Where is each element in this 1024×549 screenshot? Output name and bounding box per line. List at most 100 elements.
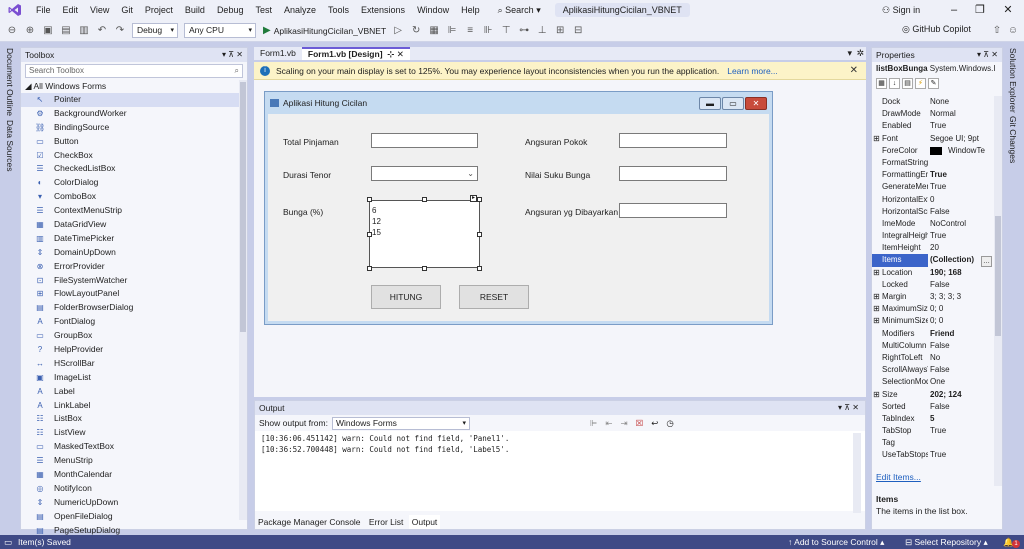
toolbox-item-errorprovider[interactable]: ⊗ ErrorProvider	[21, 260, 247, 274]
share-icon[interactable]: ⇧	[991, 25, 1003, 37]
toolbox-item-backgroundworker[interactable]: ⚙ BackgroundWorker	[21, 107, 247, 121]
property-row-maximumsize[interactable]: ⊞ MaximumSize 0; 0	[872, 303, 994, 315]
reset-button[interactable]: RESET	[459, 285, 529, 309]
align-center-icon[interactable]: ≡	[464, 25, 476, 37]
toolbox-item-contextmenustrip[interactable]: ☰ ContextMenuStrip	[21, 204, 247, 218]
form-title-bar[interactable]: Aplikasi Hitung Cicilan ▬ ▭ ✕	[265, 92, 772, 114]
property-row-modifiers[interactable]: Modifiers Friend	[872, 328, 994, 340]
property-row-enabled[interactable]: Enabled True	[872, 120, 994, 132]
output-log[interactable]: [10:36:06.451142] warn: Could not find f…	[255, 431, 865, 511]
toolbox-item-button[interactable]: ▭ Button	[21, 135, 247, 149]
property-value[interactable]: WindowTe	[928, 145, 994, 157]
toolbox-item-filesystemwatcher[interactable]: ⊡ FileSystemWatcher	[21, 274, 247, 288]
property-value[interactable]: False	[928, 364, 994, 376]
property-row-formatstring[interactable]: FormatString	[872, 157, 994, 169]
menu-item-git[interactable]: Git	[115, 0, 139, 20]
expand-icon[interactable]: ⊞	[873, 133, 880, 145]
panel-controls[interactable]: ▾ ⊼ ✕	[222, 48, 243, 62]
toolbox-item-label[interactable]: A Label	[21, 385, 247, 399]
output-scrollbar[interactable]	[853, 433, 861, 513]
property-value[interactable]: Normal	[928, 108, 994, 120]
toolbox-item-hscrollbar[interactable]: ↔ HScrollBar	[21, 357, 247, 371]
property-row-location[interactable]: ⊞ Location 190; 168	[872, 267, 994, 279]
textbox-angsuran-dibayarkan[interactable]	[619, 203, 727, 218]
toolbox-item-checkedlistbox[interactable]: ☰ CheckedListBox	[21, 162, 247, 176]
toolbox-item-datetimepicker[interactable]: ▥ DateTimePicker	[21, 232, 247, 246]
list-item[interactable]: 15	[372, 227, 477, 238]
categorized-icon[interactable]: ▦	[876, 77, 887, 89]
property-value[interactable]	[928, 157, 994, 169]
property-value[interactable]: True	[928, 425, 994, 437]
tab-package-manager-console[interactable]: Package Manager Console	[255, 515, 364, 529]
toolbox-item-maskedtextbox[interactable]: ▭ MaskedTextBox	[21, 440, 247, 454]
menu-item-build[interactable]: Build	[179, 0, 211, 20]
toolbox-item-bindingsource[interactable]: ⛓ BindingSource	[21, 121, 247, 135]
toolbox-item-flowlayoutpanel[interactable]: ⊞ FlowLayoutPanel	[21, 287, 247, 301]
align-bottom-icon[interactable]: ⊥	[536, 25, 548, 37]
properties-icon[interactable]: ▤	[902, 77, 913, 89]
menu-item-edit[interactable]: Edit	[57, 0, 85, 20]
property-row-locked[interactable]: Locked False	[872, 279, 994, 291]
toolbox-item-numericupdown[interactable]: ⇕ NumericUpDown	[21, 496, 247, 510]
toolbox-item-notifyicon[interactable]: ◎ NotifyIcon	[21, 482, 247, 496]
smart-tag-icon[interactable]: ▸	[470, 195, 477, 202]
grid-icon[interactable]: ⊟	[572, 25, 584, 37]
listbox-bunga[interactable]: 6 12 15	[369, 200, 480, 268]
github-copilot-button[interactable]: ◎ GitHub Copilot	[902, 24, 971, 35]
property-value[interactable]: 0; 0	[928, 303, 994, 315]
property-value[interactable]: 0	[928, 194, 994, 206]
menu-item-test[interactable]: Test	[249, 0, 278, 20]
toolbox-item-imagelist[interactable]: ▣ ImageList	[21, 371, 247, 385]
expand-icon[interactable]: ⊞	[873, 315, 880, 327]
close-window-button[interactable]: ✕	[996, 0, 1020, 20]
property-row-usetabstops[interactable]: UseTabStops True	[872, 449, 994, 461]
property-row-formattingena[interactable]: FormattingEnaTrue	[872, 169, 994, 181]
toolbox-item-checkbox[interactable]: ☑ CheckBox	[21, 149, 247, 163]
property-value[interactable]: True	[928, 449, 994, 461]
platform-select[interactable]: Any CPU ▾	[184, 23, 256, 38]
property-row-righttoleft[interactable]: RightToLeft No	[872, 352, 994, 364]
tab-overflow-icon[interactable]: ▾	[847, 48, 852, 59]
menu-item-tools[interactable]: Tools	[322, 0, 355, 20]
menu-item-view[interactable]: View	[84, 0, 115, 20]
select-repository-button[interactable]: ⊟ Select Repository ▴	[905, 535, 988, 549]
settings-icon[interactable]: ✲	[856, 48, 864, 59]
start-debugging-icon[interactable]: ▶	[263, 25, 271, 36]
toolbox-item-helpprovider[interactable]: ? HelpProvider	[21, 343, 247, 357]
textbox-nilai-suku-bunga[interactable]	[619, 166, 727, 181]
form-close-button[interactable]: ✕	[745, 97, 767, 110]
side-tab-document-outline[interactable]: Document Outline	[5, 48, 15, 116]
hot-reload-icon[interactable]: ↻	[410, 25, 422, 37]
property-value[interactable]: True	[928, 120, 994, 132]
tab-form1-design[interactable]: Form1.vb [Design] ⊹ ✕	[301, 47, 410, 60]
property-row-font[interactable]: ⊞ Font Segoe UI; 9pt	[872, 133, 994, 145]
properties-scrollbar[interactable]	[994, 96, 1002, 486]
align-left-icon[interactable]: ⊫	[446, 25, 458, 37]
property-value[interactable]: No	[928, 352, 994, 364]
property-value[interactable]: False	[928, 279, 994, 291]
list-item[interactable]: 12	[372, 216, 477, 227]
property-value[interactable]: False	[928, 340, 994, 352]
find-message-icon[interactable]: ⊫	[590, 418, 597, 429]
align-top-icon[interactable]: ⊤	[500, 25, 512, 37]
tab-output[interactable]: Output	[408, 515, 441, 529]
property-row-multicolumn[interactable]: MultiColumn False	[872, 340, 994, 352]
property-value[interactable]: None	[928, 96, 994, 108]
clear-all-icon[interactable]: ☒	[636, 418, 644, 429]
visual-studio-logo-icon[interactable]	[8, 3, 22, 17]
toolbox-item-colordialog[interactable]: ◐ ColorDialog	[21, 176, 247, 190]
new-item-icon[interactable]: ▣	[42, 25, 54, 37]
property-row-horizontalscro[interactable]: HorizontalScroFalse	[872, 206, 994, 218]
toolbox-item-menustrip[interactable]: ☰ MenuStrip	[21, 454, 247, 468]
navigate-back-icon[interactable]: ⊖	[6, 25, 18, 37]
property-value[interactable]: 3; 3; 3; 3	[928, 291, 994, 303]
align-right-icon[interactable]: ⊪	[482, 25, 494, 37]
resize-handle[interactable]	[422, 266, 427, 271]
resize-handle[interactable]	[422, 197, 427, 202]
property-value[interactable]: True	[928, 230, 994, 242]
add-to-source-control-button[interactable]: ↑ Add to Source Control ▴	[788, 535, 884, 549]
toolbox-item-folderbrowserdialog[interactable]: ▤ FolderBrowserDialog	[21, 301, 247, 315]
property-row-imemode[interactable]: ImeMode NoControl	[872, 218, 994, 230]
panel-controls[interactable]: ▾ ⊼ ✕	[838, 401, 859, 415]
property-row-tabstop[interactable]: TabStop True	[872, 425, 994, 437]
